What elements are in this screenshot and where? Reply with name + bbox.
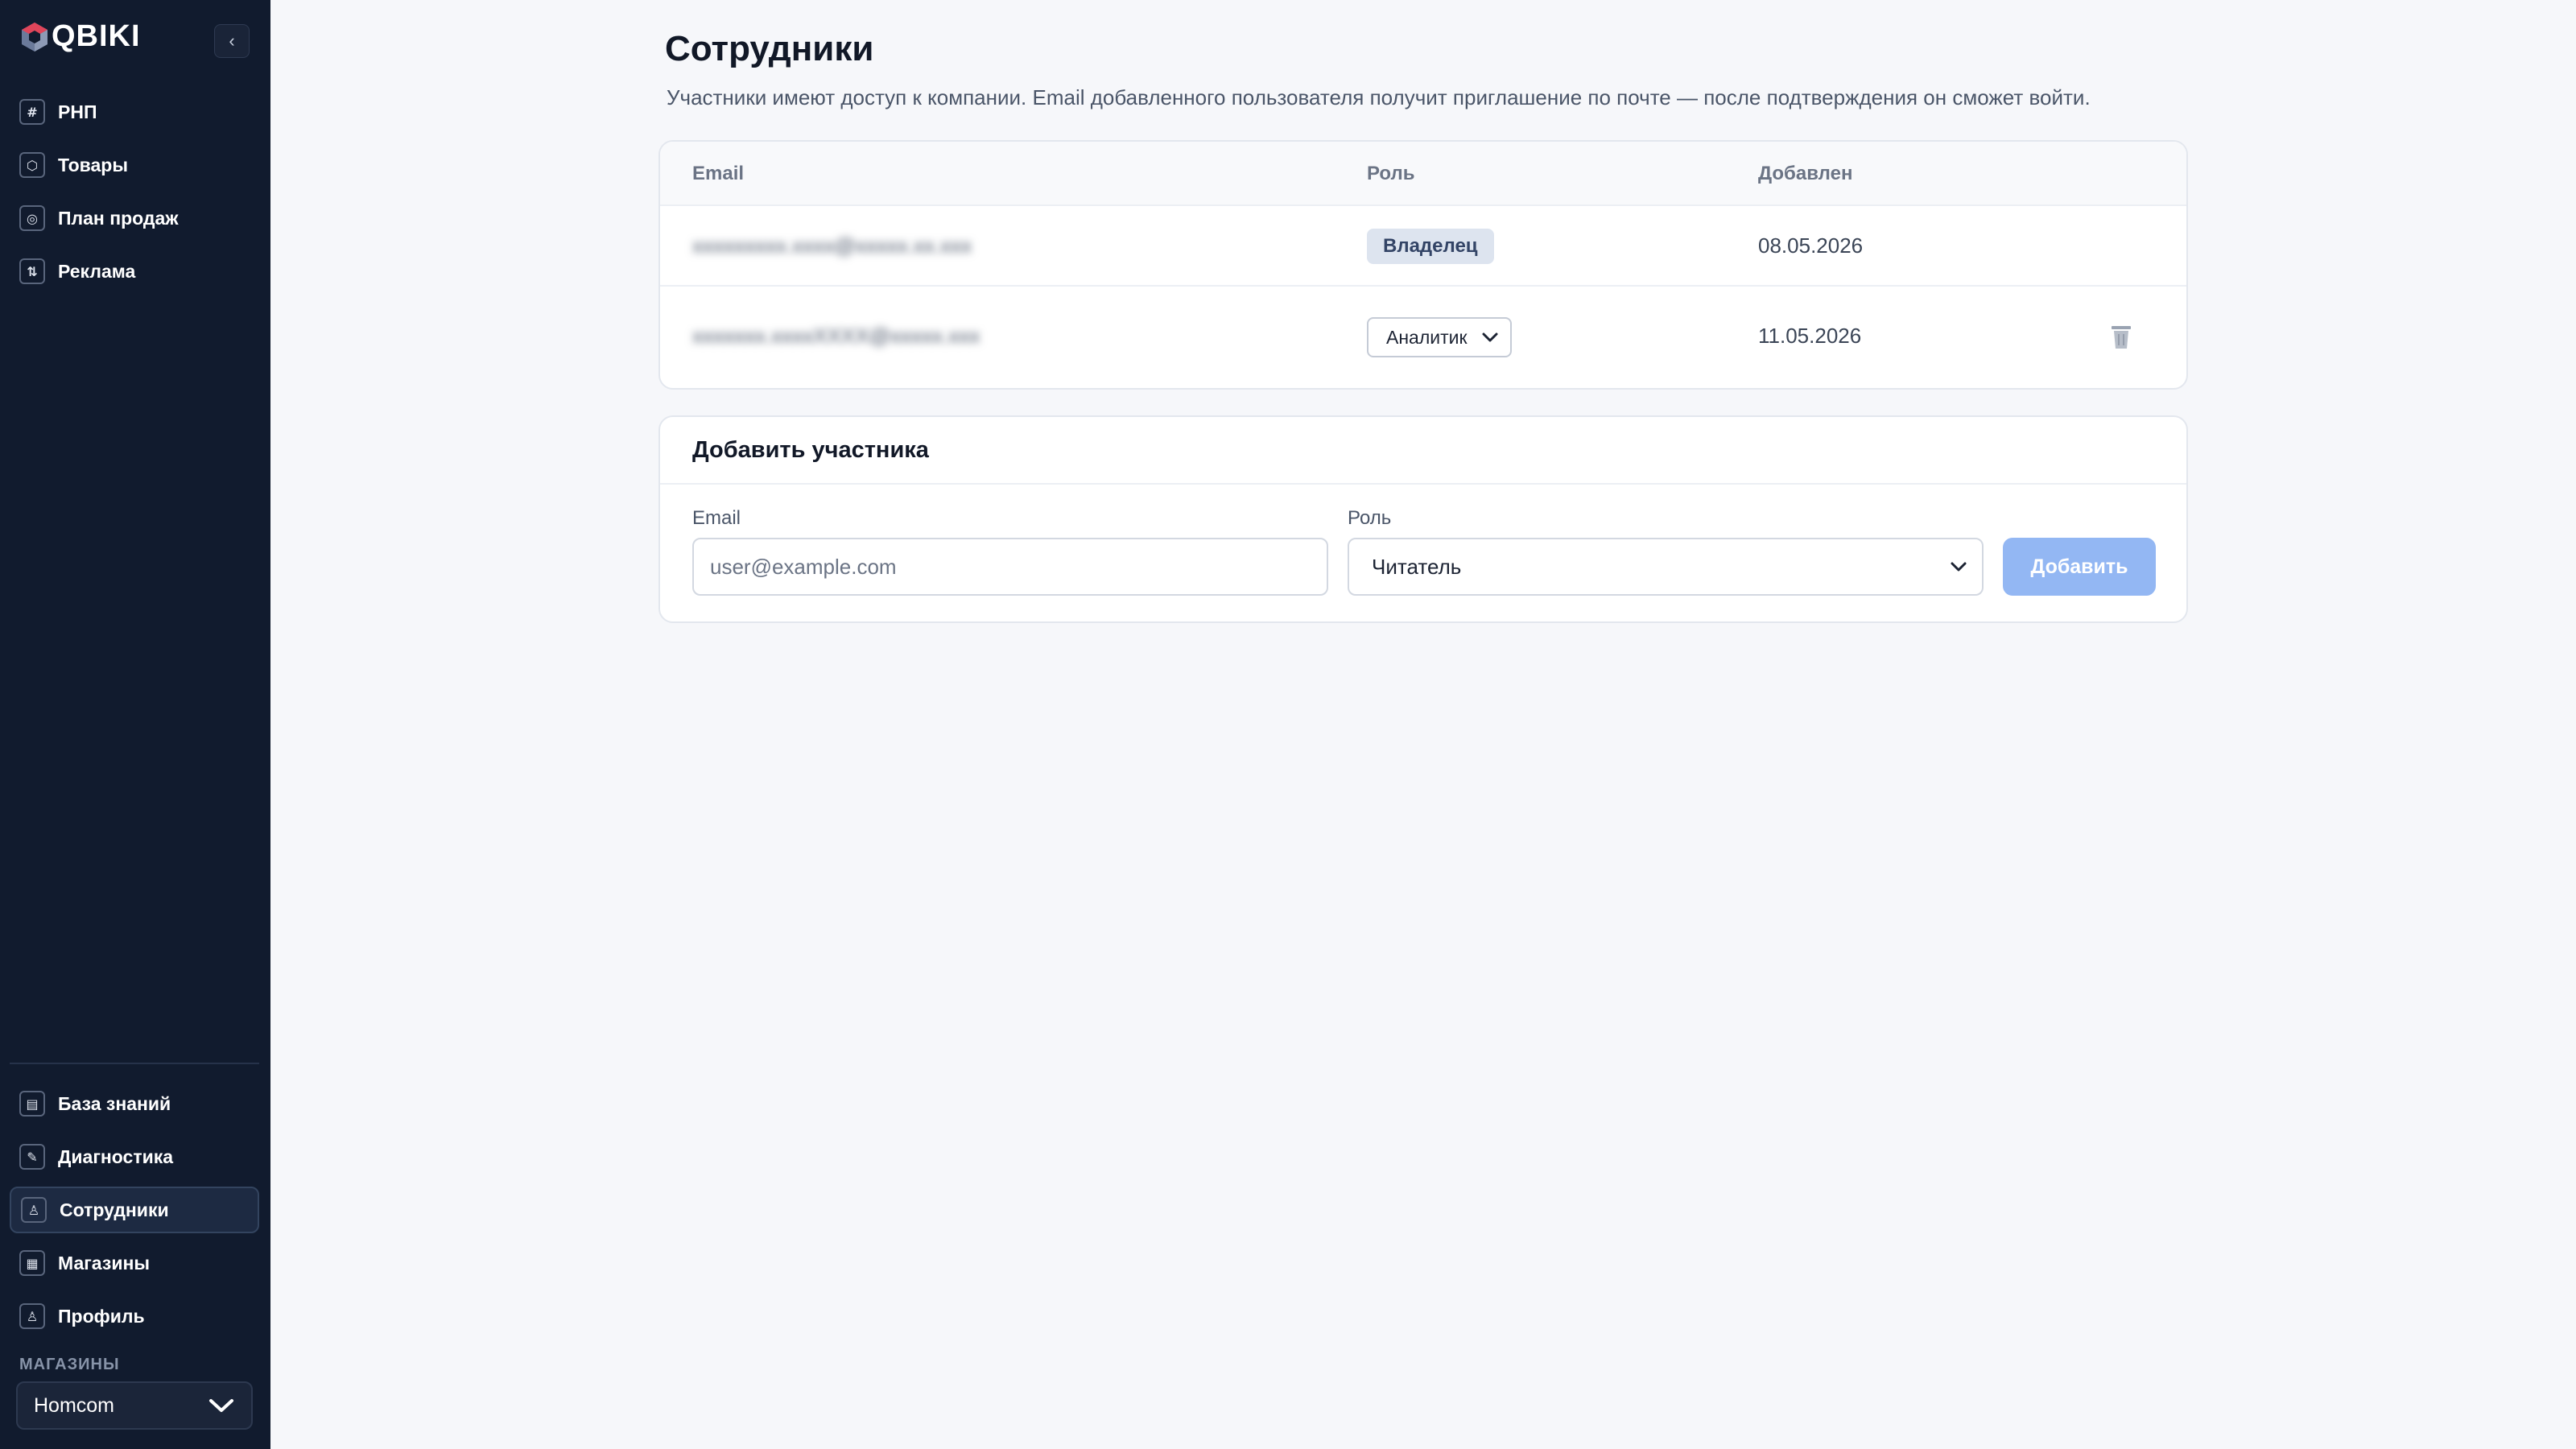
- sidebar-item-ads[interactable]: ⇅ Реклама: [10, 248, 259, 295]
- column-header-added: Добавлен: [1758, 163, 1853, 184]
- column-header-email: Email: [692, 163, 745, 184]
- box-icon: ⬡: [19, 152, 45, 178]
- sidebar-item-label: Магазины: [58, 1252, 150, 1274]
- brand-logo[interactable]: QBIKI: [18, 19, 141, 54]
- add-member-title: Добавить участника: [692, 436, 929, 463]
- sidebar-item-employees[interactable]: ♙ Сотрудники: [10, 1187, 259, 1233]
- sidebar-item-stores[interactable]: ▦ Магазины: [10, 1240, 259, 1286]
- store-select-value: Homcom: [34, 1393, 115, 1417]
- table-header: Email Роль Добавлен: [660, 142, 2186, 206]
- sidebar-item-label: Товары: [58, 154, 128, 175]
- sidebar-item-knowledge-base[interactable]: ▤ База знаний: [10, 1080, 259, 1127]
- chevron-down-icon: [209, 1399, 233, 1412]
- sidebar-item-rnp[interactable]: # РНП: [10, 89, 259, 135]
- role-label: Роль: [1348, 507, 1392, 529]
- sidebar-item-label: План продаж: [58, 207, 179, 229]
- member-added-date: 11.05.2026: [1758, 324, 1862, 348]
- table-row: xxxxxxx.xxxxXXXX@xxxxx.xxx Аналитик 11.0…: [660, 287, 2186, 388]
- sidebar-item-products[interactable]: ⬡ Товары: [10, 142, 259, 188]
- sidebar-item-label: РНП: [58, 101, 97, 122]
- brand-name: QBIKI: [52, 19, 141, 53]
- add-member-card: Добавить участника Email Роль Читатель Д…: [658, 415, 2188, 623]
- stores-caption: МАГАЗИНЫ: [19, 1356, 120, 1373]
- target-icon: ◎: [19, 205, 45, 231]
- member-role-select-value: Аналитик: [1386, 326, 1468, 348]
- sidebar-item-label: Сотрудники: [60, 1199, 169, 1220]
- grid-icon: #: [19, 99, 45, 125]
- page-subtitle: Участники имеют доступ к компании. Email…: [667, 85, 2091, 109]
- role-select-value: Читатель: [1372, 554, 1462, 579]
- sidebar: QBIKI ‹ # РНП ⬡ Товары ◎ План продаж ⇅ Р…: [0, 0, 270, 1449]
- members-table: Email Роль Добавлен xxxxxxxxx.xxxx@xxxxx…: [658, 140, 2188, 390]
- wrench-icon: ✎: [19, 1144, 45, 1170]
- user-icon: ♙: [19, 1303, 45, 1329]
- email-label: Email: [692, 507, 741, 529]
- collapse-sidebar-button[interactable]: ‹: [214, 24, 250, 58]
- store-select[interactable]: Homcom: [16, 1381, 253, 1430]
- trash-icon[interactable]: [2109, 324, 2133, 351]
- sidebar-item-diagnostics[interactable]: ✎ Диагностика: [10, 1133, 259, 1180]
- sort-icon: ⇅: [19, 258, 45, 284]
- member-added-date: 08.05.2026: [1758, 233, 1864, 258]
- chevron-down-icon: [1482, 332, 1498, 342]
- role-badge: Владелец: [1367, 229, 1494, 264]
- email-field[interactable]: [692, 538, 1328, 596]
- add-member-header: Добавить участника: [660, 417, 2186, 485]
- role-select[interactable]: Читатель: [1348, 538, 1984, 596]
- sidebar-item-label: Диагностика: [58, 1146, 174, 1167]
- member-email: xxxxxxx.xxxxXXXX@xxxxx.xxx: [692, 324, 980, 348]
- sidebar-item-label: Реклама: [58, 260, 136, 282]
- sidebar-item-profile[interactable]: ♙ Профиль: [10, 1293, 259, 1340]
- book-icon: ▤: [19, 1091, 45, 1117]
- column-header-role: Роль: [1367, 163, 1415, 184]
- table-row: xxxxxxxxx.xxxx@xxxxx.xx.xxx Владелец 08.…: [660, 206, 2186, 287]
- sidebar-divider: [10, 1063, 259, 1064]
- sidebar-item-label: Профиль: [58, 1305, 145, 1327]
- page-title: Сотрудники: [665, 29, 874, 68]
- sidebar-item-label: База знаний: [58, 1092, 171, 1114]
- member-role-select[interactable]: Аналитик: [1367, 317, 1512, 357]
- add-member-button[interactable]: Добавить: [2003, 538, 2156, 596]
- chevron-down-icon: [1951, 562, 1967, 572]
- store-icon: ▦: [19, 1250, 45, 1276]
- member-email: xxxxxxxxx.xxxx@xxxxx.xx.xxx: [692, 233, 972, 258]
- qbiki-logo-icon: [22, 22, 47, 52]
- users-icon: ♙: [21, 1197, 47, 1223]
- sidebar-item-sales-plan[interactable]: ◎ План продаж: [10, 195, 259, 242]
